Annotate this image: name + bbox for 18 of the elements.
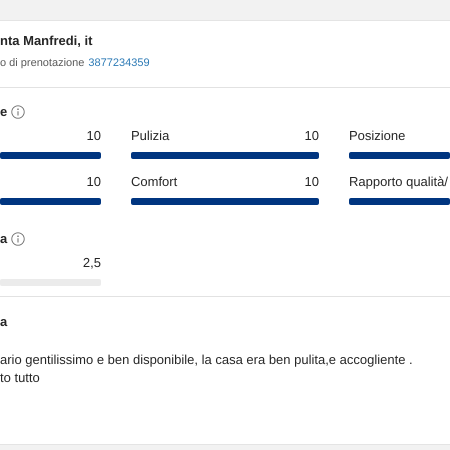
booking-number-link[interactable]: 3877234359 (88, 55, 150, 71)
extra-value: 2,5 (82, 254, 101, 271)
score-label: Comfort (131, 173, 178, 190)
review-heading: a (0, 314, 8, 329)
score-value: 10 (86, 173, 101, 190)
score-value: 10 (304, 127, 319, 144)
score-label: Posizione (349, 127, 406, 144)
info-icon[interactable] (11, 104, 26, 118)
booking-label: o di prenotazione (0, 56, 84, 71)
score-label: Pulizia (131, 127, 170, 144)
score-value: 10 (304, 173, 319, 190)
guest-name: nta Manfredi, it (0, 32, 94, 50)
score-value: 10 (86, 127, 101, 144)
review-text: ario gentilissimo e ben disponibile, la casa era ben pulita,e accogliente . to tutto (0, 351, 414, 387)
scores-heading: e (0, 104, 8, 119)
info-icon[interactable] (11, 232, 26, 246)
score-label: Rapporto qualità/ (349, 173, 448, 190)
extra-heading: a (0, 231, 8, 246)
